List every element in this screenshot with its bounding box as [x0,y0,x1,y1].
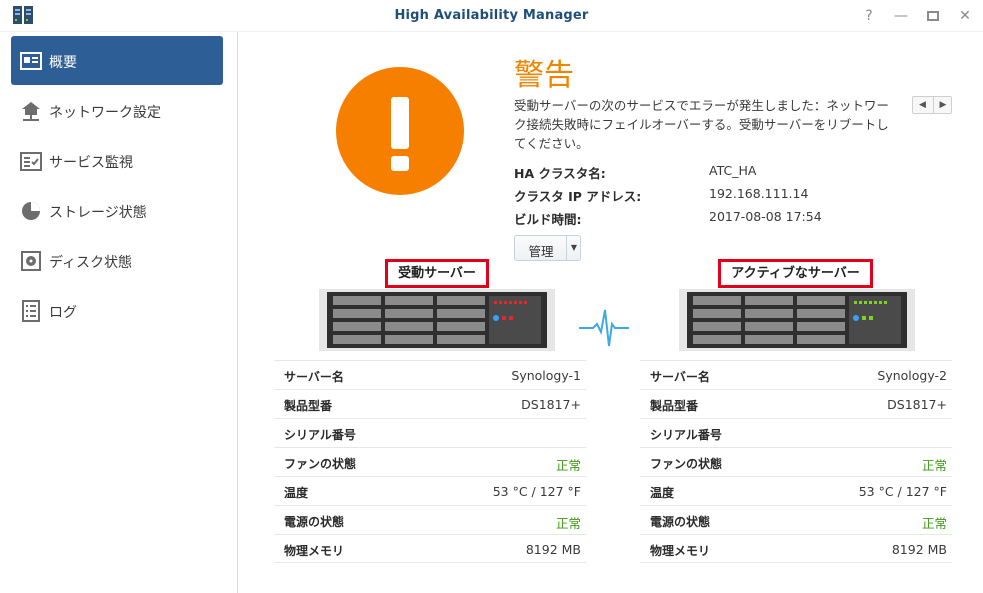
status-title: 警告 [514,58,574,93]
cluster-name-value: ATC_HA [709,163,757,178]
overview-icon [20,52,42,70]
maximize-icon[interactable] [923,6,943,26]
sidebar-item-overview[interactable]: 概要 [11,36,223,85]
active-server-table: サーバー名 Synology-2 製品型番 DS1817+ シリアル番号 ファンの状… [640,360,952,563]
log-icon [22,300,40,322]
next-icon[interactable]: ▶ [933,97,952,113]
table-row: サーバー名 Synology-2 [640,360,952,389]
row-key: 温度 [650,486,675,500]
cluster-ip-value: 192.168.111.14 [709,186,809,201]
chevron-down-icon[interactable]: ▼ [566,236,581,260]
table-row: 温度 53 °C / 127 °F [640,476,952,505]
row-value: 8192 MB [891,542,947,557]
table-row: シリアル番号 [640,418,952,447]
cluster-ip-label: クラスタ IP アドレス: [514,189,642,204]
table-row: 電源の状態 正常 [640,505,952,534]
sidebar-item-label: ネットワーク設定 [49,105,161,121]
passive-server-table: サーバー名 Synology-1 製品型番 DS1817+ シリアル番号 ファンの状… [274,360,586,563]
manage-button[interactable]: 管理 ▼ [514,235,581,261]
sidebar-item-network[interactable]: ネットワーク設定 [11,86,223,135]
row-key: サーバー名 [650,370,710,384]
sidebar-item-label: 概要 [49,55,77,71]
table-row: 物理メモリ 8192 MB [274,534,586,563]
sidebar-item-service-monitor[interactable]: サービス監視 [11,136,223,185]
row-key: 物理メモリ [284,544,345,558]
table-row: 物理メモリ 8192 MB [640,534,952,563]
row-key: ファンの状態 [284,457,357,471]
row-value: 8192 MB [525,542,581,557]
app-window: High Availability Manager ? — ✕ 概要 ネットワー… [0,0,983,593]
table-row: ファンの状態 正常 [274,447,586,476]
sidebar-item-label: サービス監視 [49,155,133,171]
table-row: 製品型番 DS1817+ [640,389,952,418]
table-row: 製品型番 DS1817+ [274,389,586,418]
row-key: 製品型番 [284,399,333,413]
row-value: 正常 [555,516,581,531]
row-key: シリアル番号 [284,428,356,442]
manage-button-label: 管理 [528,244,554,259]
row-value: 53 °C / 127 °F [858,484,947,499]
row-value: 53 °C / 127 °F [492,484,581,499]
row-key: 製品型番 [650,399,699,413]
active-server-label: アクティブなサーバー [718,259,873,288]
cluster-name-label: HA クラスタ名: [514,166,606,181]
row-value: DS1817+ [887,397,947,412]
help-icon[interactable]: ? [859,6,879,26]
previous-icon[interactable]: ◀ [913,97,932,113]
table-row: 温度 53 °C / 127 °F [274,476,586,505]
row-key: シリアル番号 [650,428,722,442]
message-pager: ◀ ▶ [912,96,952,114]
row-key: ファンの状態 [650,457,723,471]
sidebar-item-storage[interactable]: ストレージ状態 [11,186,223,235]
active-server-image [679,289,915,351]
sidebar-item-disk[interactable]: ディスク状態 [11,236,223,285]
disk-icon [21,251,41,271]
row-key: 物理メモリ [650,544,711,558]
passive-server-label: 受動サーバー [385,259,489,288]
table-row: ファンの状態 正常 [640,447,952,476]
main-panel: 警告 受動サーバーの次のサービスでエラーが発生しました：ネットワーク接続失敗時に… [239,32,983,593]
sidebar-item-label: ストレージ状態 [49,205,147,221]
window-title: High Availability Manager [394,8,589,23]
row-key: 電源の状態 [650,515,711,529]
service-monitor-icon [20,152,42,171]
title-bar: High Availability Manager ? — ✕ [0,0,983,32]
network-icon [22,102,40,121]
build-time-value: 2017-08-08 17:54 [709,209,822,224]
storage-icon [22,202,40,220]
passive-server-image [319,289,555,351]
warning-icon [336,67,464,195]
row-value: Synology-2 [877,368,947,383]
sidebar-item-label: ディスク状態 [49,255,133,271]
row-value: 正常 [555,458,581,473]
minimize-icon[interactable]: — [891,6,911,26]
table-row: シリアル番号 [274,418,586,447]
row-key: 温度 [284,486,309,500]
close-icon[interactable]: ✕ [955,6,975,26]
row-value: DS1817+ [521,397,581,412]
row-key: 電源の状態 [284,515,345,529]
status-message: 受動サーバーの次のサービスでエラーが発生しました：ネットワーク接続失敗時にフェイ… [514,98,889,151]
row-value: Synology-1 [511,368,581,383]
table-row: サーバー名 Synology-1 [274,360,586,389]
heartbeat-icon [579,309,629,347]
row-value: 正常 [921,516,947,531]
sidebar-item-label: ログ [49,305,77,321]
row-value: 正常 [921,458,947,473]
table-row: 電源の状態 正常 [274,505,586,534]
row-key: サーバー名 [284,370,344,384]
sidebar: 概要 ネットワーク設定 サービス監視 ストレージ状態 ディスク状態 ログ [0,32,238,593]
build-time-label: ビルド時間: [514,212,582,227]
sidebar-item-log[interactable]: ログ [11,286,223,335]
